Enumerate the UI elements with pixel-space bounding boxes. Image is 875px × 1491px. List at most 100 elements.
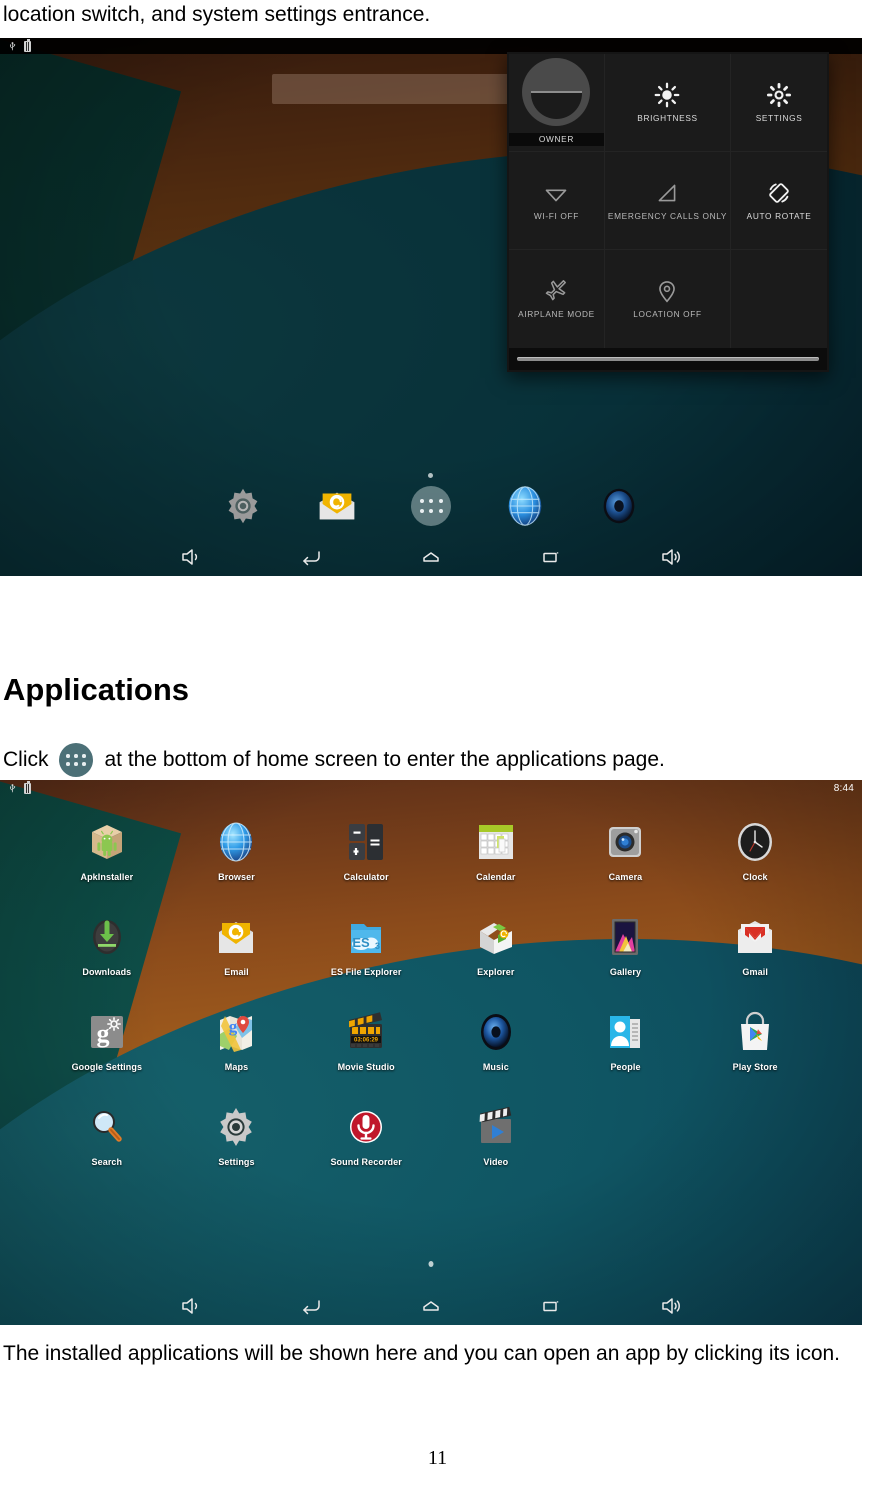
app-label: ApkInstaller	[80, 872, 134, 882]
browser-shortcut[interactable]	[502, 483, 548, 529]
volume-up-button[interactable]	[611, 538, 731, 576]
app-label: People	[610, 1062, 641, 1072]
quick-settings-panel[interactable]: OWNER BRIGHTNESS SETTINGS WI-FI OFF EMER…	[507, 52, 829, 372]
speaker-icon	[472, 1008, 520, 1056]
app-item-clock[interactable]: Clock	[690, 812, 820, 907]
email-icon	[319, 492, 355, 520]
app-item-es-file-explorer[interactable]: ES 3 ES File Explorer	[301, 907, 431, 1002]
quick-tile-settings[interactable]: SETTINGS	[731, 54, 827, 152]
app-label: Play Store	[732, 1062, 778, 1072]
microphone-icon	[342, 1103, 390, 1151]
settings-shortcut[interactable]	[220, 483, 266, 529]
app-label: Email	[224, 967, 249, 977]
svg-text:03:06:29: 03:06:29	[354, 1038, 379, 1044]
click-instruction: Click at the bottom of home screen to en…	[3, 743, 873, 777]
page-title: Applications	[3, 672, 190, 707]
volume-down-button[interactable]	[131, 538, 251, 576]
click-instruction-prefix: Click	[3, 747, 49, 771]
app-label: Gmail	[742, 967, 768, 977]
clock-icon	[731, 818, 779, 866]
email-shortcut[interactable]	[314, 483, 360, 529]
maps-icon: g	[212, 1008, 260, 1056]
status-bar-clock: 8:44	[833, 782, 854, 794]
app-label: Downloads	[82, 967, 132, 977]
recents-button[interactable]	[491, 538, 611, 576]
quick-tile-airplane[interactable]: AIRPLANE MODE	[509, 250, 605, 348]
app-label: Browser	[218, 872, 255, 882]
app-item-video[interactable]: Video	[431, 1097, 561, 1192]
app-grid-row: g Google Settings g Maps 03:06:29 Movie …	[42, 1002, 820, 1097]
brightness-icon	[654, 82, 680, 108]
home-button[interactable]	[371, 1287, 491, 1325]
movie-studio-icon: 03:06:29	[342, 1008, 390, 1056]
app-item-calendar[interactable]: Calendar	[431, 812, 561, 907]
quick-settings-handle-area[interactable]	[509, 348, 827, 370]
recents-button[interactable]	[491, 1287, 611, 1325]
es-file-explorer-icon: ES 3	[342, 913, 390, 961]
app-label: Music	[482, 1062, 509, 1072]
page-indicator-dot	[428, 1261, 434, 1267]
app-item-camera[interactable]: Camera	[561, 812, 691, 907]
download-icon	[83, 913, 131, 961]
app-item-gmail[interactable]: Gmail	[690, 907, 820, 1002]
app-item-google-settings[interactable]: g Google Settings	[42, 1002, 172, 1097]
app-drawer-screenshot: 8:44 ApkInstaller Browser Calculator Cal…	[0, 780, 862, 1325]
app-item-settings[interactable]: Settings	[172, 1097, 302, 1192]
email-icon	[212, 913, 260, 961]
app-label: Google Settings	[71, 1062, 143, 1072]
quick-tile-owner[interactable]: OWNER	[509, 54, 605, 152]
back-button[interactable]	[251, 1287, 371, 1325]
app-label: Clock	[742, 872, 768, 882]
app-item-people[interactable]: People	[561, 1002, 691, 1097]
svg-text:g: g	[229, 1017, 238, 1036]
people-icon	[601, 1008, 649, 1056]
closing-paragraph: The installed applications will be shown…	[3, 1342, 841, 1365]
airplane-icon	[543, 278, 569, 304]
all-apps-icon[interactable]	[411, 486, 451, 526]
back-button[interactable]	[251, 538, 371, 576]
quick-tile-auto-rotate[interactable]: AUTO ROTATE	[731, 152, 827, 250]
home-button[interactable]	[371, 538, 491, 576]
music-shortcut[interactable]	[596, 483, 642, 529]
app-label: Calendar	[476, 872, 516, 882]
app-item-play-store[interactable]: Play Store	[690, 1002, 820, 1097]
app-item-email[interactable]: Email	[172, 907, 302, 1002]
app-item-music[interactable]: Music	[431, 1002, 561, 1097]
explorer-icon	[472, 913, 520, 961]
click-instruction-suffix: at the bottom of home screen to enter th…	[104, 747, 665, 771]
app-label: Search	[91, 1157, 123, 1167]
quick-tile-brightness[interactable]: BRIGHTNESS	[604, 54, 732, 152]
magnifier-icon	[83, 1103, 131, 1151]
quick-tile-signal[interactable]: EMERGENCY CALLS ONLY	[604, 152, 732, 250]
app-label: Explorer	[477, 967, 515, 977]
volume-up-button[interactable]	[611, 1287, 731, 1325]
quick-tile-label: BRIGHTNESS	[637, 112, 698, 123]
app-label: Movie Studio	[337, 1062, 395, 1072]
all-apps-button[interactable]	[408, 473, 454, 529]
app-item-explorer[interactable]: Explorer	[431, 907, 561, 1002]
video-icon	[472, 1103, 520, 1151]
app-item-downloads[interactable]: Downloads	[42, 907, 172, 1002]
volume-down-button[interactable]	[131, 1287, 251, 1325]
app-item-gallery[interactable]: Gallery	[561, 907, 691, 1002]
all-apps-icon	[58, 743, 93, 777]
app-grid-row: ApkInstaller Browser Calculator Calendar…	[42, 812, 820, 907]
app-item-search[interactable]: Search	[42, 1097, 172, 1192]
user-avatar-icon	[522, 58, 591, 126]
app-label: Maps	[224, 1062, 249, 1072]
globe-icon	[508, 486, 542, 526]
app-item-apkinstaller[interactable]: ApkInstaller	[42, 812, 172, 907]
drag-handle-icon[interactable]	[516, 357, 820, 361]
app-cell-empty	[561, 1097, 691, 1192]
quick-tile-location[interactable]: LOCATION OFF	[604, 250, 732, 348]
app-item-maps[interactable]: g Maps	[172, 1002, 302, 1097]
app-item-browser[interactable]: Browser	[172, 812, 302, 907]
app-item-movie-studio[interactable]: 03:06:29 Movie Studio	[301, 1002, 431, 1097]
app-item-calculator[interactable]: Calculator	[301, 812, 431, 907]
calculator-icon	[342, 818, 390, 866]
app-item-sound-recorder[interactable]: Sound Recorder	[301, 1097, 431, 1192]
quick-tile-wifi[interactable]: WI-FI OFF	[509, 152, 605, 250]
app-label: Settings	[218, 1157, 255, 1167]
page-indicator-dot	[428, 473, 433, 478]
auto-rotate-icon	[766, 180, 792, 206]
